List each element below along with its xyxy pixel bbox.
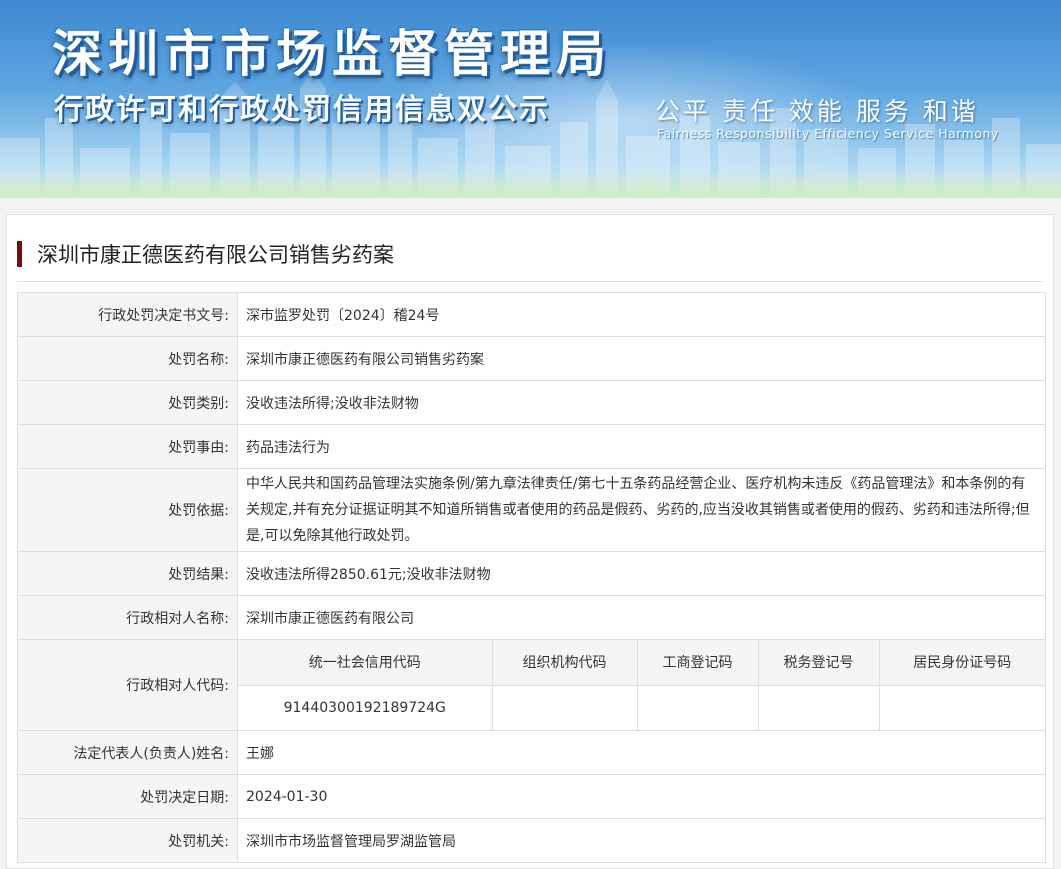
site-subtitle: 行政许可和行政处罚信用信息双公示 xyxy=(54,92,551,126)
code-col-id-number: 居民身份证号码 xyxy=(879,640,1045,686)
code-col-credit-code: 统一社会信用代码 xyxy=(238,640,493,686)
counterparty-code-cell: 统一社会信用代码 组织机构代码 工商登记码 税务登记号 居民身份证号码 9144… xyxy=(237,639,1046,731)
row-penalty-result: 处罚结果: 没收违法所得2850.61元;没收非法财物 xyxy=(17,551,1046,596)
header-banner: 深圳市市场监督管理局 行政许可和行政处罚信用信息双公示 公平 责任 效能 服务 … xyxy=(0,0,1061,198)
code-val-business-reg xyxy=(637,685,759,730)
slogan-english: Fairness Responsibility Efficiency Servi… xyxy=(657,126,999,141)
doc-number-value: 深市监罗处罚〔2024〕稽24号 xyxy=(237,292,1046,337)
row-decision-date: 处罚决定日期: 2024-01-30 xyxy=(17,774,1046,819)
penalty-name-value: 深圳市康正德医药有限公司销售劣药案 xyxy=(237,336,1046,381)
penalty-result-label: 处罚结果: xyxy=(17,551,238,596)
code-val-tax-reg xyxy=(758,685,880,730)
row-legal-rep: 法定代表人(负责人)姓名: 王娜 xyxy=(17,730,1046,775)
counterparty-name-value: 深圳市康正德医药有限公司 xyxy=(237,595,1046,640)
row-counterparty-code: 行政相对人代码: 统一社会信用代码 组织机构代码 工商登记码 税务登记号 居民身… xyxy=(17,639,1046,731)
penalty-basis-value: 中华人民共和国药品管理法实施条例/第九章法律责任/第七十五条药品经营企业、医疗机… xyxy=(237,468,1046,552)
penalty-type-label: 处罚类别: xyxy=(17,380,238,425)
case-title-bar: 深圳市康正德医药有限公司销售劣药案 xyxy=(17,237,1043,282)
code-header-row: 统一社会信用代码 组织机构代码 工商登记码 税务登记号 居民身份证号码 xyxy=(238,640,1045,686)
org-name-title: 深圳市市场监督管理局 xyxy=(52,25,612,83)
title-accent-bar xyxy=(17,241,22,267)
code-col-tax-reg: 税务登记号 xyxy=(758,640,880,686)
case-title: 深圳市康正德医药有限公司销售劣药案 xyxy=(37,243,394,267)
legal-rep-label: 法定代表人(负责人)姓名: xyxy=(17,730,238,775)
code-val-org-code xyxy=(492,685,638,730)
penalty-name-label: 处罚名称: xyxy=(17,336,238,381)
decision-date-label: 处罚决定日期: xyxy=(17,774,238,819)
counterparty-code-table: 统一社会信用代码 组织机构代码 工商登记码 税务登记号 居民身份证号码 9144… xyxy=(238,640,1045,730)
row-authority: 处罚机关: 深圳市市场监督管理局罗湖监管局 xyxy=(17,818,1046,863)
code-val-credit-code: 91440300192189724G xyxy=(238,685,493,730)
row-counterparty-name: 行政相对人名称: 深圳市康正德医药有限公司 xyxy=(17,595,1046,640)
row-penalty-type: 处罚类别: 没收违法所得;没收非法财物 xyxy=(17,380,1046,425)
authority-label: 处罚机关: xyxy=(17,818,238,863)
penalty-info-table: 行政处罚决定书文号: 深市监罗处罚〔2024〕稽24号 处罚名称: 深圳市康正德… xyxy=(17,292,1046,863)
penalty-reason-value: 药品违法行为 xyxy=(237,424,1046,469)
penalty-reason-label: 处罚事由: xyxy=(17,424,238,469)
row-penalty-name: 处罚名称: 深圳市康正德医药有限公司销售劣药案 xyxy=(17,336,1046,381)
penalty-type-value: 没收违法所得;没收非法财物 xyxy=(237,380,1046,425)
penalty-result-value: 没收违法所得2850.61元;没收非法财物 xyxy=(237,551,1046,596)
authority-value: 深圳市市场监督管理局罗湖监管局 xyxy=(237,818,1046,863)
row-penalty-basis: 处罚依据: 中华人民共和国药品管理法实施条例/第九章法律责任/第七十五条药品经营… xyxy=(17,468,1046,552)
counterparty-name-label: 行政相对人名称: xyxy=(17,595,238,640)
legal-rep-value: 王娜 xyxy=(237,730,1046,775)
code-value-row: 91440300192189724G xyxy=(238,685,1045,730)
counterparty-code-label: 行政相对人代码: xyxy=(17,639,238,731)
decision-date-value: 2024-01-30 xyxy=(237,774,1046,819)
code-col-org-code: 组织机构代码 xyxy=(492,640,638,686)
row-penalty-reason: 处罚事由: 药品违法行为 xyxy=(17,424,1046,469)
penalty-basis-label: 处罚依据: xyxy=(17,468,238,552)
slogan-chinese: 公平 责任 效能 服务 和谐 xyxy=(655,97,979,126)
code-col-business-reg: 工商登记码 xyxy=(637,640,759,686)
code-val-id-number xyxy=(879,685,1045,730)
case-detail-panel: 深圳市康正德医药有限公司销售劣药案 行政处罚决定书文号: 深市监罗处罚〔2024… xyxy=(6,214,1054,869)
doc-number-label: 行政处罚决定书文号: xyxy=(17,292,238,337)
banner-ground xyxy=(0,170,1061,198)
row-doc-number: 行政处罚决定书文号: 深市监罗处罚〔2024〕稽24号 xyxy=(17,292,1046,337)
